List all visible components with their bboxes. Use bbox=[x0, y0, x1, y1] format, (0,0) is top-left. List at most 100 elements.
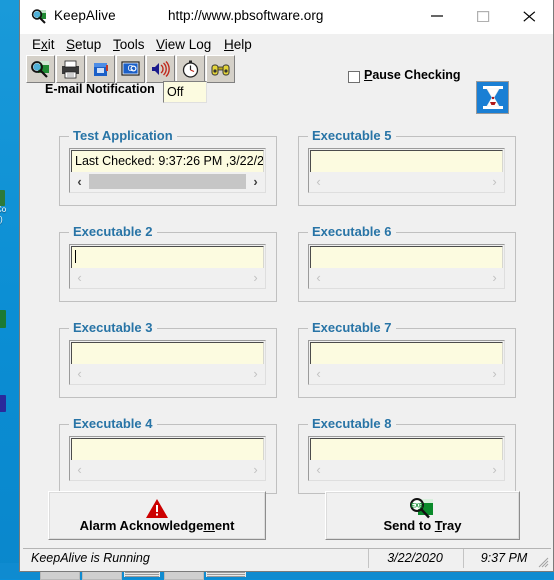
scroll-right-arrow-icon[interactable]: › bbox=[247, 460, 264, 479]
desktop-icon-glyph bbox=[0, 190, 5, 206]
group-label: Test Application bbox=[69, 128, 177, 143]
scroll-left-arrow-icon[interactable]: ‹ bbox=[71, 460, 88, 479]
scroll-right-arrow-icon[interactable]: › bbox=[486, 172, 503, 191]
monitor-icon[interactable]: C bbox=[116, 55, 145, 83]
hourglass-icon[interactable] bbox=[476, 81, 509, 114]
horizontal-scrollbar[interactable]: ‹ › bbox=[310, 268, 503, 287]
scroll-right-arrow-icon[interactable]: › bbox=[486, 268, 503, 287]
resize-grip-icon[interactable] bbox=[538, 555, 549, 566]
group-executable-8: Executable 8 ‹ › bbox=[298, 424, 516, 494]
menu-item-tools[interactable]: Tools bbox=[109, 36, 149, 53]
group-inner: ‹ › bbox=[69, 436, 266, 481]
group-label: Executable 8 bbox=[308, 416, 396, 431]
menu-item-exit[interactable]: Exit bbox=[28, 36, 59, 53]
scroll-left-arrow-icon[interactable]: ‹ bbox=[71, 364, 88, 383]
group-label: Executable 3 bbox=[69, 320, 157, 335]
title-bar[interactable]: KeepAlive http://www.pbsoftware.org bbox=[20, 0, 553, 34]
group-inner: ‹ › bbox=[69, 340, 266, 385]
horizontal-scrollbar[interactable]: ‹ › bbox=[71, 172, 264, 191]
binoculars-icon[interactable] bbox=[206, 55, 235, 83]
scroll-left-arrow-icon[interactable]: ‹ bbox=[310, 268, 327, 287]
path-input[interactable] bbox=[310, 342, 503, 364]
desktop-icon-label: s) bbox=[0, 215, 3, 224]
close-button[interactable] bbox=[507, 0, 553, 32]
status-time: 9:37 PM bbox=[463, 549, 544, 568]
menu-bar: Exit Setup Tools View Log Help bbox=[20, 34, 553, 56]
email-notification-value[interactable]: Off bbox=[163, 81, 207, 103]
alarm-acknowledgement-label: Alarm Acknowledgement bbox=[49, 518, 265, 533]
scroll-left-arrow-icon[interactable]: ‹ bbox=[310, 364, 327, 383]
desktop-icon-glyph bbox=[0, 310, 6, 328]
horizontal-scrollbar[interactable]: ‹ › bbox=[310, 460, 503, 479]
group-inner: ‹ › bbox=[308, 244, 505, 289]
horizontal-scrollbar[interactable]: ‹ › bbox=[310, 172, 503, 191]
minimize-button[interactable] bbox=[415, 0, 461, 32]
status-date: 3/22/2020 bbox=[368, 549, 461, 568]
group-executable-5: Executable 5 ‹ › bbox=[298, 136, 516, 206]
group-executable-7: Executable 7 ‹ › bbox=[298, 328, 516, 398]
send-to-tray-button[interactable]: EXE Send to Tray bbox=[325, 491, 520, 540]
group-inner: Last Checked: 9:37:26 PM ,3/22/202 ‹ › bbox=[69, 148, 266, 193]
group-executable-2: Executable 2 ‹ › bbox=[59, 232, 277, 302]
keepalive-window: KeepAlive http://www.pbsoftware.org Exit… bbox=[19, 0, 554, 572]
scroll-right-arrow-icon[interactable]: › bbox=[247, 268, 264, 287]
group-label: Executable 2 bbox=[69, 224, 157, 239]
group-label: Executable 4 bbox=[69, 416, 157, 431]
check-applications-icon[interactable] bbox=[26, 55, 55, 83]
scroll-left-arrow-icon[interactable]: ‹ bbox=[310, 172, 327, 191]
menu-item-setup[interactable]: Setup bbox=[62, 36, 105, 53]
magnifier-exe-icon bbox=[31, 8, 48, 25]
status-message: KeepAlive is Running bbox=[31, 549, 361, 568]
pause-checking-checkbox[interactable] bbox=[348, 71, 360, 83]
send-to-tray-label: Send to Tray bbox=[326, 518, 519, 533]
group-inner: ‹ › bbox=[308, 148, 505, 193]
toolbar: C bbox=[20, 55, 553, 85]
horizontal-scrollbar[interactable]: ‹ › bbox=[71, 268, 264, 287]
desktop-icon-glyph bbox=[0, 395, 6, 412]
printer-icon[interactable] bbox=[56, 55, 85, 83]
menu-item-view-log[interactable]: View Log bbox=[152, 36, 215, 53]
scroll-left-arrow-icon[interactable]: ‹ bbox=[71, 268, 88, 287]
group-label: Executable 5 bbox=[308, 128, 396, 143]
path-input[interactable] bbox=[310, 246, 503, 268]
scroll-right-arrow-icon[interactable]: › bbox=[247, 172, 264, 191]
group-inner: ‹ › bbox=[308, 340, 505, 385]
group-label: Executable 6 bbox=[308, 224, 396, 239]
horizontal-scrollbar[interactable]: ‹ › bbox=[310, 364, 503, 383]
group-inner: ‹ › bbox=[69, 244, 266, 289]
path-input[interactable]: Last Checked: 9:37:26 PM ,3/22/202 bbox=[71, 150, 264, 172]
path-input[interactable] bbox=[71, 246, 264, 268]
pause-checking-label[interactable]: Pause Checking bbox=[364, 68, 461, 82]
path-input[interactable] bbox=[310, 150, 503, 172]
email-notification-label: E-mail Notification bbox=[45, 82, 155, 96]
scrollbar-thumb[interactable] bbox=[89, 174, 246, 189]
group-executable-4: Executable 4 ‹ › bbox=[59, 424, 277, 494]
text-caret bbox=[75, 250, 76, 263]
mailbox-icon[interactable] bbox=[86, 55, 115, 83]
group-executable-3: Executable 3 ‹ › bbox=[59, 328, 277, 398]
horizontal-scrollbar[interactable]: ‹ › bbox=[71, 364, 264, 383]
group-label: Executable 7 bbox=[308, 320, 396, 335]
svg-text:EXE: EXE bbox=[410, 504, 422, 510]
scroll-right-arrow-icon[interactable]: › bbox=[247, 364, 264, 383]
alarm-acknowledgement-button[interactable]: Alarm Acknowledgement bbox=[48, 491, 266, 540]
window-title: KeepAlive bbox=[54, 8, 116, 23]
group-executable-6: Executable 6 ‹ › bbox=[298, 232, 516, 302]
scroll-left-arrow-icon[interactable]: ‹ bbox=[71, 172, 88, 191]
scroll-right-arrow-icon[interactable]: › bbox=[486, 460, 503, 479]
stopwatch-icon[interactable] bbox=[176, 55, 205, 83]
speaker-icon[interactable] bbox=[146, 55, 175, 83]
path-input[interactable] bbox=[71, 438, 264, 460]
window-url: http://www.pbsoftware.org bbox=[168, 8, 323, 23]
maximize-button[interactable] bbox=[461, 0, 507, 32]
scroll-left-arrow-icon[interactable]: ‹ bbox=[310, 460, 327, 479]
horizontal-scrollbar[interactable]: ‹ › bbox=[71, 460, 264, 479]
group-inner: ‹ › bbox=[308, 436, 505, 481]
scroll-right-arrow-icon[interactable]: › bbox=[486, 364, 503, 383]
menu-item-help[interactable]: Help bbox=[220, 36, 256, 53]
desktop-icon-label: Co bbox=[0, 205, 6, 214]
path-input[interactable] bbox=[71, 342, 264, 364]
path-input[interactable] bbox=[310, 438, 503, 460]
group-test-application: Test Application Last Checked: 9:37:26 P… bbox=[59, 136, 277, 206]
status-bar: KeepAlive is Running 3/22/2020 9:37 PM bbox=[23, 548, 551, 568]
